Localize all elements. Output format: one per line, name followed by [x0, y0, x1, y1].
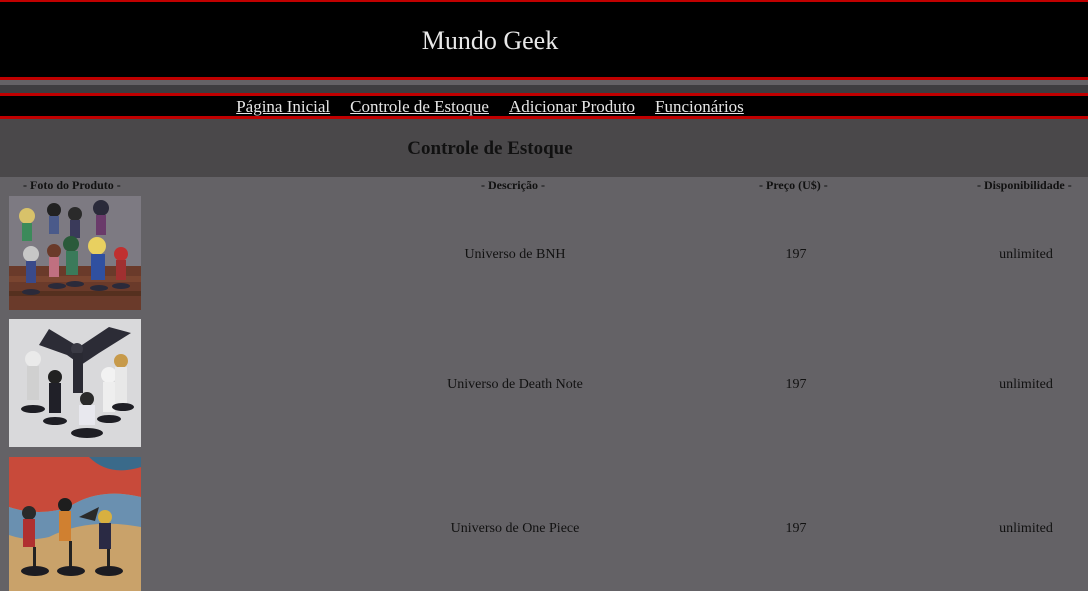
row-description: Universo de One Piece	[450, 521, 580, 536]
column-header-description: - Descrição -	[481, 178, 545, 192]
page-title: Controle de Estoque	[407, 138, 573, 159]
nav-link-home[interactable]: Página Inicial	[236, 97, 330, 116]
row-availability: unlimited	[999, 247, 1053, 262]
nav-link-stock-control[interactable]: Controle de Estoque	[350, 97, 489, 116]
product-photo-death-note	[9, 319, 141, 447]
site-title: Mundo Geek	[421, 26, 559, 55]
column-header-photo: - Foto do Produto -	[23, 178, 121, 192]
product-photo-bnh	[9, 196, 141, 310]
row-price: 197	[785, 247, 807, 262]
row-description: Universo de Death Note	[447, 377, 583, 392]
row-availability: unlimited	[999, 521, 1053, 536]
row-description: Universo de BNH	[464, 247, 566, 262]
column-header-availability: - Disponibilidade -	[977, 178, 1072, 192]
nav-link-add-product[interactable]: Adicionar Produto	[509, 97, 635, 116]
section-header: Controle de Estoque	[0, 119, 1088, 177]
row-price: 197	[785, 521, 807, 536]
column-header-price: - Preço (U$) -	[759, 178, 828, 192]
row-price: 197	[785, 377, 807, 392]
product-photo-one-piece	[9, 457, 141, 591]
row-availability: unlimited	[999, 377, 1053, 392]
main-nav: Página Inicial Controle de Estoque Adici…	[0, 93, 1088, 119]
nav-link-employees[interactable]: Funcionários	[655, 97, 744, 116]
site-header: Mundo Geek	[0, 0, 1088, 80]
